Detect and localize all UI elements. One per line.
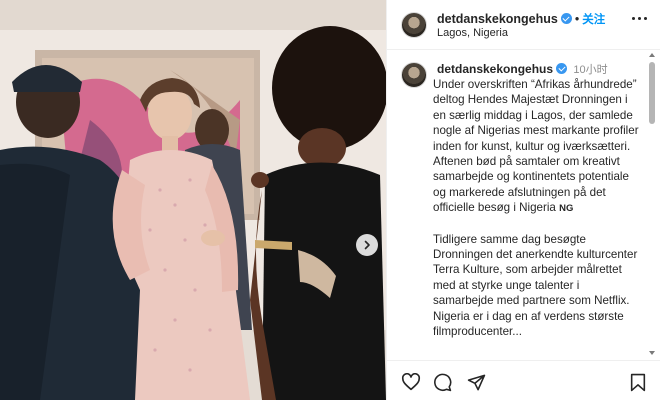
location-link[interactable]: Lagos, Nigeria <box>437 27 508 39</box>
caption-username[interactable]: detdanskekongehus <box>437 62 553 76</box>
follow-button[interactable]: 关注 <box>582 14 605 26</box>
username-link[interactable]: detdanskekongehus <box>437 12 558 26</box>
send-icon[interactable] <box>467 373 486 392</box>
bookmark-icon[interactable] <box>630 373 646 392</box>
avatar[interactable] <box>401 62 427 88</box>
dot-separator: • <box>574 12 580 26</box>
post-header: detdanskekongehus • 关注 Lagos, Nigeria <box>387 0 660 50</box>
chevron-right-icon <box>364 240 370 250</box>
scroll-up-arrow-icon[interactable] <box>649 53 655 57</box>
caption-header: detdanskekongehus 10小时 <box>437 61 608 77</box>
caption-paragraph-1-text: Under overskriften “Afrikas århundrede” … <box>433 78 639 215</box>
caption-text: Under overskriften “Afrikas århundrede” … <box>433 77 641 355</box>
post-side-panel: detdanskekongehus • 关注 Lagos, Nigeria detd… <box>386 0 660 400</box>
verified-badge-icon <box>560 13 572 24</box>
event-photo <box>0 0 386 400</box>
caption-paragraph: Tidligere samme dag besøgte Dronningen d… <box>433 232 638 339</box>
caption-scrollbar[interactable] <box>648 51 656 359</box>
caption-paragraph: Under overskriften “Afrikas århundrede” … <box>433 77 641 217</box>
post-timestamp[interactable]: 10小时 <box>573 64 607 76</box>
comment-icon[interactable] <box>433 373 452 392</box>
heart-icon[interactable] <box>401 373 421 391</box>
action-bar <box>387 360 660 400</box>
verified-badge-icon <box>556 63 568 74</box>
caption-section[interactable]: detdanskekongehus 10小时 Under overskrifte… <box>387 51 660 359</box>
scrollbar-thumb[interactable] <box>649 62 655 124</box>
post-photo <box>0 0 386 400</box>
next-photo-button[interactable] <box>356 234 378 256</box>
avatar[interactable] <box>401 12 427 38</box>
flag-emoji: NG <box>559 203 574 215</box>
header-user-line: detdanskekongehus • 关注 <box>437 11 605 27</box>
scroll-down-arrow-icon[interactable] <box>649 351 655 355</box>
more-options-icon[interactable] <box>632 17 647 20</box>
